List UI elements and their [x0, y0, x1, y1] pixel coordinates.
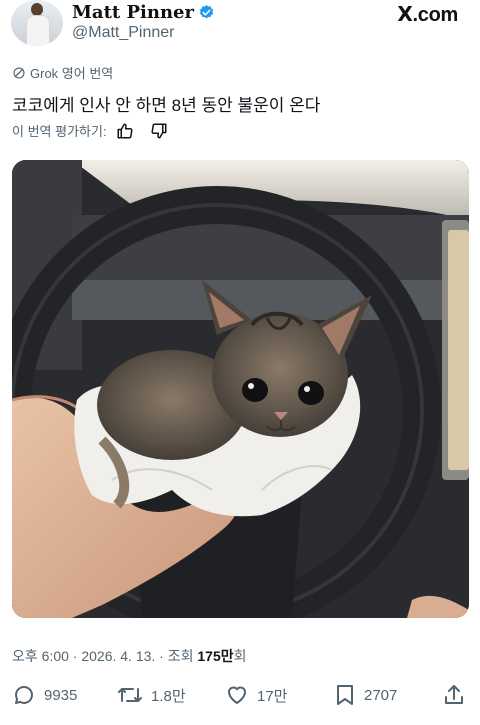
- verified-badge-icon: [199, 5, 214, 19]
- repost-count: 1.8만: [151, 687, 186, 705]
- translation-label: Grok 영어 번역: [30, 66, 114, 81]
- tweet-photo[interactable]: [12, 160, 469, 618]
- share-icon: [445, 685, 463, 704]
- tweet-header: Matt Pinner @Matt_Pinner X.com: [0, 0, 480, 56]
- action-bar: 9935 1.8만 17만 2707: [0, 683, 480, 713]
- like-button[interactable]: 17만: [225, 683, 288, 707]
- author-name-row[interactable]: Matt Pinner: [72, 2, 215, 23]
- x-logo-mark: X: [397, 2, 413, 26]
- author-name[interactable]: Matt Pinner: [72, 2, 194, 23]
- reply-icon: [14, 686, 33, 704]
- tweet-meta: 오후 6:00 · 2026. 4. 13. · 조회 175만회: [12, 646, 247, 666]
- avatar-body: [26, 15, 50, 46]
- x-logo[interactable]: X.com: [397, 2, 458, 27]
- bookmark-count: 2707: [364, 686, 398, 704]
- views-suffix: 회: [233, 648, 247, 664]
- heart-icon: [228, 686, 246, 704]
- bookmark-button[interactable]: 2707: [334, 683, 397, 707]
- author-avatar[interactable]: [11, 0, 63, 46]
- tweet-text: 코코에게 인사 안 하면 8년 동안 불운이 온다: [12, 96, 321, 115]
- timestamp-and-views-label: 오후 6:00 · 2026. 4. 13. · 조회: [12, 648, 198, 664]
- thumbs-down-icon[interactable]: [150, 122, 168, 140]
- author-handle[interactable]: @Matt_Pinner: [72, 24, 175, 42]
- x-logo-suffix: .com: [412, 4, 459, 26]
- translation-label-row: Grok 영어 번역: [12, 63, 113, 82]
- kitten-photo-illustration: [12, 160, 469, 618]
- reply-count: 9935: [44, 686, 78, 704]
- views-count: 175만: [197, 648, 234, 664]
- share-button[interactable]: [442, 683, 466, 707]
- repost-icon: [118, 688, 142, 702]
- like-count: 17만: [257, 687, 288, 705]
- grok-icon: [13, 66, 25, 79]
- repost-button[interactable]: 1.8만: [117, 683, 186, 707]
- rate-translation-label: 이 번역 평가하기:: [12, 124, 107, 139]
- rate-translation-row: 이 번역 평가하기:: [12, 121, 168, 140]
- reply-button[interactable]: 9935: [12, 683, 77, 707]
- thumbs-up-icon[interactable]: [116, 122, 134, 140]
- bookmark-icon: [337, 685, 353, 705]
